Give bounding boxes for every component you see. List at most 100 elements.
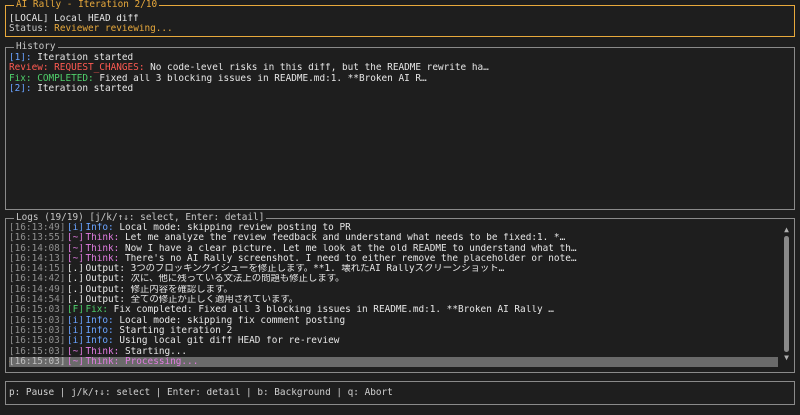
scrollbar-thumb[interactable] [784,236,789,352]
log-level-badge: [.] [66,295,84,306]
log-message: 全ての修正が正しく適用されています。 [124,295,299,306]
history-item-tag: Fix: COMPLETED: [9,73,94,84]
log-message: Starting iteration 2 [113,325,233,336]
log-level-badge: [.] [66,284,84,295]
status-label: Status: [9,24,49,35]
header-title: AI Rally - Iteration 2/10 [14,0,160,11]
log-kind: Think: [85,253,120,264]
log-row[interactable]: [16:15:03] [i] Info: Using local git diff … [9,336,778,346]
log-kind: Think: [85,356,120,367]
log-timestamp: [16:14:54] [9,295,66,306]
log-level-badge: [~] [66,233,84,244]
log-kind: Output: [85,274,125,285]
log-kind: Info: [85,336,114,347]
log-message: 修正内容を確認します。 [124,284,233,295]
log-row[interactable]: [16:14:54] [.] Output: 全ての修正が正しく適用されています。 [9,295,778,305]
scrollbar-track[interactable] [784,236,789,352]
log-timestamp: [16:15:03] [9,305,66,316]
logs-pane[interactable]: Logs (19/19) [j/k/↑↓: select, Enter: det… [5,212,795,373]
status-value: Reviewer reviewing... [54,24,173,35]
log-message: Starting... [119,346,188,357]
log-level-badge: [i] [66,325,84,336]
log-level-badge: [~] [66,346,84,357]
log-message: Now I have a clear picture. Let me look … [119,243,577,254]
log-message: Processing... [119,356,199,367]
log-level-badge: [i] [66,315,84,326]
log-message: Local mode: skipping review posting to P… [113,223,351,233]
log-message: Local mode: skipping fix comment posting [113,315,346,326]
log-row[interactable]: [16:14:13] [~] Think: There's no AI Rally … [9,254,778,264]
log-timestamp: [16:14:08] [9,243,66,254]
log-timestamp: [16:13:49] [9,223,66,233]
log-kind: Output: [85,264,125,275]
history-item-text: Iteration started [31,53,134,63]
log-level-badge: [~] [66,243,84,254]
history-item-tag: Review: REQUEST_CHANGES: [9,63,145,74]
log-message: Let me analyze the review feedback and u… [119,233,566,244]
log-timestamp: [16:14:42] [9,274,66,285]
scroll-up-icon[interactable]: ▲ [782,225,791,235]
log-row[interactable]: [16:13:55] [~] Think: Let me analyze the r… [9,233,778,243]
log-level-badge: [.] [66,264,84,275]
mode-line: [LOCAL] Local HEAD diff [9,14,139,24]
log-row[interactable]: ▸ [16:15:03][~]Think: Processing... [9,356,778,368]
log-timestamp: [16:14:49] [9,284,66,295]
log-kind: Think: [85,243,120,254]
log-level-badge: [i] [66,223,84,233]
log-timestamp: [16:14:13] [9,253,66,264]
history-item-tag: [2]: [9,83,32,94]
log-message: There's no AI Rally screenshot. I need t… [119,253,577,264]
log-message: Using local git diff HEAD for re-review [113,336,340,347]
log-timestamp: [16:15:03] [9,346,66,357]
history-item[interactable]: Fix: COMPLETED: Fixed all 3 blocking iss… [9,74,788,84]
log-timestamp: [16:13:55] [9,233,66,244]
log-kind: Fix: [85,305,109,316]
log-timestamp: [16:15:03] [9,336,66,347]
log-row[interactable]: [16:14:08] [~] Think: Now I have a clear p… [9,244,778,254]
selection-cursor-icon: ▸ [9,357,11,367]
log-level-badge: [~] [66,253,84,264]
log-timestamp: [16:14:15] [9,264,66,275]
history-pane[interactable]: History [1]: Iteration started Review: RE… [5,41,795,210]
log-kind: Think: [85,233,120,244]
history-item-tag: [1]: [9,53,32,63]
log-timestamp: [16:15:03] [9,356,66,367]
history-list[interactable]: [1]: Iteration started Review: REQUEST_CH… [9,53,788,94]
log-level-badge: [~] [66,356,84,367]
footer-pane: p: Pause | j/k/↑↓: select | Enter: detai… [5,381,795,405]
log-kind: Think: [85,346,120,357]
log-timestamp: [16:15:03] [9,325,66,336]
keybindings-help: p: Pause | j/k/↑↓: select | Enter: detai… [9,388,393,398]
status-line: Status: Reviewer reviewing... [9,24,173,34]
log-row[interactable]: [16:14:49] [.] Output: 修正内容を確認します。 [9,285,778,295]
log-timestamp: [16:15:03] [9,315,66,326]
log-row[interactable]: [16:15:03] [i] Info: Local mode: skipping … [9,316,778,326]
log-row[interactable]: [16:14:42] [.] Output: 次に、他に残っている文法上の問題も修正… [9,274,778,284]
logs-scrollbar[interactable]: ▲ ▼ [782,225,791,363]
log-kind: Info: [85,223,114,233]
log-kind: Info: [85,325,114,336]
log-kind: Output: [85,284,125,295]
log-level-badge: [F] [66,305,84,316]
log-row[interactable]: [16:15:03] [F] Fix: Fix completed: Fixed a… [9,305,778,315]
header-pane: AI Rally - Iteration 2/10 [LOCAL] Local … [5,0,795,37]
scroll-down-icon[interactable]: ▼ [782,353,791,363]
log-level-badge: [.] [66,274,84,285]
history-item[interactable]: Review: REQUEST_CHANGES: No code-level r… [9,63,788,73]
history-item-text: No code-level risks in this diff, but th… [144,63,489,74]
log-row[interactable]: [16:14:15] [.] Output: 3つのブロッキングイシューを修正します… [9,264,778,274]
history-item[interactable]: [1]: Iteration started [9,53,788,63]
log-level-badge: [i] [66,336,84,347]
log-message: 次に、他に残っている文法上の問題も修正します。 [124,274,345,285]
history-item-text: Iteration started [31,83,134,94]
log-row[interactable]: [16:15:03] [i] Info: Starting iteration 2 [9,326,778,336]
log-row[interactable]: [16:13:49] [i] Info: Local mode: skipping … [9,223,778,233]
history-title: History [14,41,58,53]
history-item[interactable]: [2]: Iteration started [9,84,788,94]
log-row[interactable]: [16:15:03] [~] Think: Starting... [9,347,778,357]
log-kind: Output: [85,295,125,306]
log-message: Fix completed: Fixed all 3 blocking issu… [108,305,554,316]
logs-list[interactable]: [16:13:49] [i] Info: Local mode: skipping … [9,223,778,368]
log-kind: Info: [85,315,114,326]
history-item-text: Fixed all 3 blocking issues in README.md… [93,73,427,84]
